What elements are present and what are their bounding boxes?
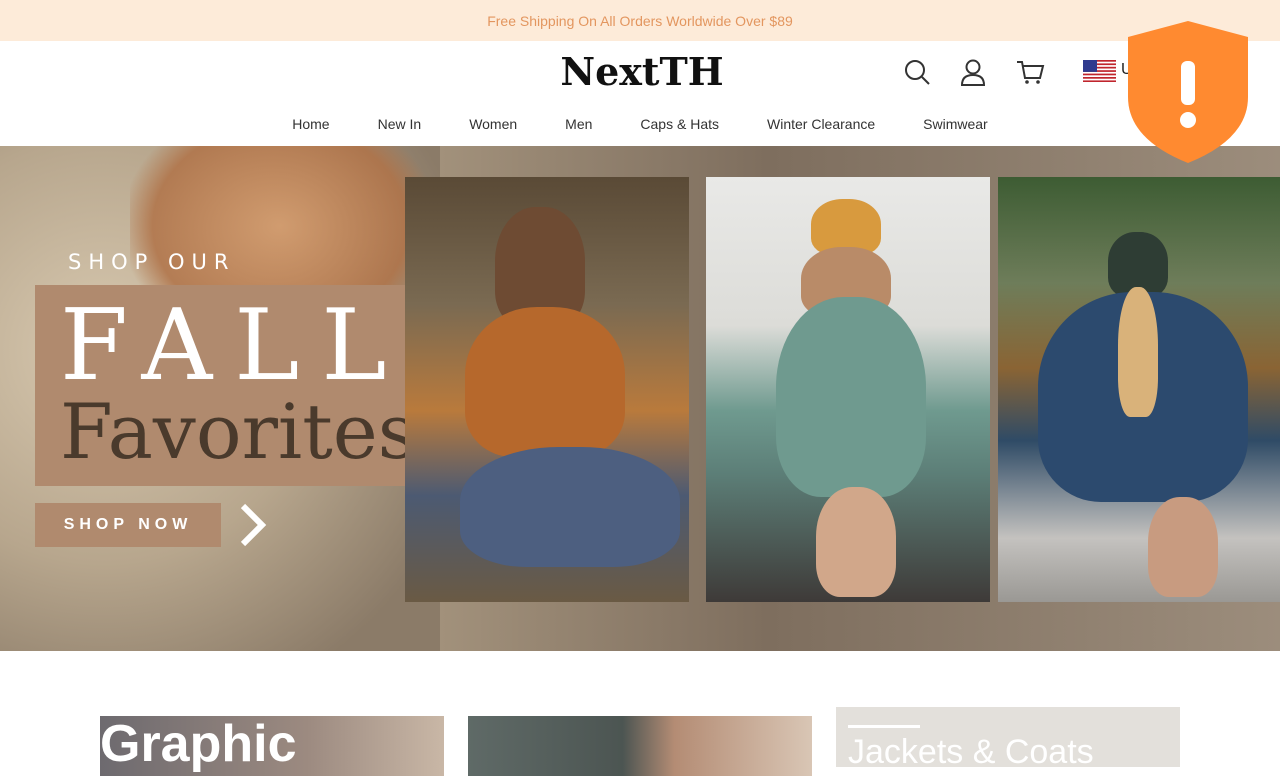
category-card-jackets-coats[interactable]: Jackets & Coats — [836, 707, 1180, 767]
account-icon[interactable] — [958, 57, 988, 87]
nav-item-new-in[interactable]: New In — [354, 113, 446, 141]
shop-now-button[interactable]: SHOP NOW — [35, 503, 221, 547]
hero-title-fall: FALL — [60, 289, 409, 403]
card-divider — [848, 725, 920, 728]
category-card-2[interactable] — [468, 716, 812, 776]
category-card-title: Jackets & Coats — [848, 733, 1094, 767]
hero-photo-1[interactable] — [405, 177, 689, 602]
nav-item-caps-hats[interactable]: Caps & Hats — [616, 113, 743, 141]
cart-icon[interactable] — [1015, 57, 1045, 87]
site-logo[interactable]: NextTH — [560, 51, 724, 93]
nav-item-winter-clearance[interactable]: Winter Clearance — [743, 113, 899, 141]
hero-photo-2[interactable] — [706, 177, 990, 602]
search-icon[interactable] — [902, 57, 932, 87]
category-card-graphic[interactable]: Graphic — [100, 716, 444, 776]
category-card-title: Graphic — [100, 716, 297, 773]
nav-item-swimwear[interactable]: Swimwear — [899, 113, 1012, 141]
nav-item-home[interactable]: Home — [268, 113, 353, 141]
chevron-right-icon[interactable] — [238, 502, 268, 548]
nav-item-women[interactable]: Women — [445, 113, 541, 141]
security-warning-icon[interactable] — [1126, 19, 1250, 165]
main-nav: Home New In Women Men Caps & Hats Winter… — [0, 113, 1280, 141]
site-header: NextTH U Home New In Women Men Caps & Ha… — [0, 41, 1280, 147]
hero-title-favorites: Favorites — [60, 387, 417, 476]
announcement-bar: Free Shipping On All Orders Worldwide Ov… — [0, 0, 1280, 41]
hero-kicker: SHOP OUR — [68, 250, 236, 274]
announcement-text: Free Shipping On All Orders Worldwide Ov… — [487, 12, 793, 29]
hero-photo-3[interactable] — [998, 177, 1280, 602]
hero-banner[interactable]: SHOP OUR FALL Favorites SHOP NOW — [0, 146, 1280, 651]
nav-item-men[interactable]: Men — [541, 113, 616, 141]
us-flag-icon[interactable] — [1083, 60, 1116, 82]
